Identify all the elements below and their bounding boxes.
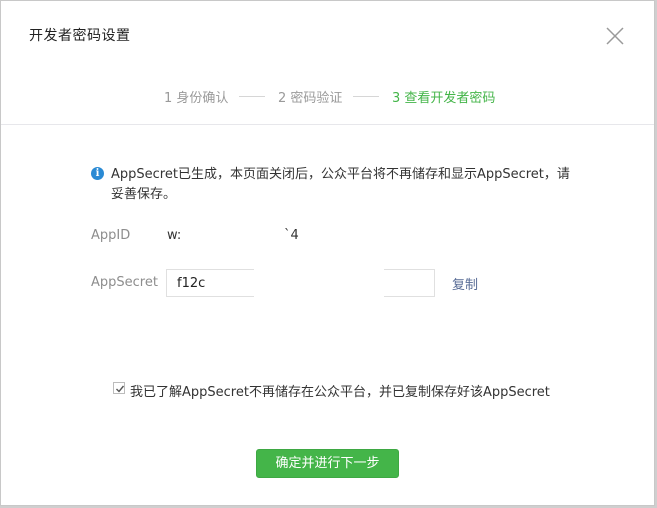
step-indicator: 1 身份确认 2 密码验证 3 查看开发者密码 bbox=[1, 87, 654, 106]
redaction-mask bbox=[254, 267, 384, 299]
appsecret-label: AppSecret bbox=[91, 275, 158, 290]
appsecret-value: f12c bbox=[177, 276, 206, 291]
agreement-text: 我已了解AppSecret不再储存在公众平台，并已复制保存好该AppSecret bbox=[130, 385, 550, 400]
step-password-verify: 2 密码验证 bbox=[278, 91, 343, 106]
copy-link[interactable]: 复制 bbox=[452, 274, 478, 293]
step-identity-confirm: 1 身份确认 bbox=[164, 91, 229, 106]
header-divider bbox=[1, 124, 654, 125]
appid-value-tail: `4 bbox=[284, 228, 299, 243]
agreement-checkbox[interactable] bbox=[113, 382, 125, 394]
developer-password-dialog: 开发者密码设置 1 身份确认 2 密码验证 3 查看开发者密码 i AppSec… bbox=[0, 0, 655, 506]
step-separator bbox=[239, 96, 265, 97]
step-view-developer-password: 3 查看开发者密码 bbox=[392, 91, 496, 106]
appid-value: w: bbox=[167, 228, 182, 243]
dialog-title: 开发者密码设置 bbox=[29, 28, 131, 44]
appid-label: AppID bbox=[91, 228, 131, 243]
close-icon[interactable] bbox=[606, 27, 624, 45]
step-separator bbox=[353, 96, 379, 97]
confirm-next-button[interactable]: 确定并进行下一步 bbox=[256, 449, 399, 478]
notice-text: AppSecret已生成，本页面关闭后，公众平台将不再储存和显示AppSecre… bbox=[111, 167, 570, 202]
info-icon: i bbox=[91, 167, 104, 180]
